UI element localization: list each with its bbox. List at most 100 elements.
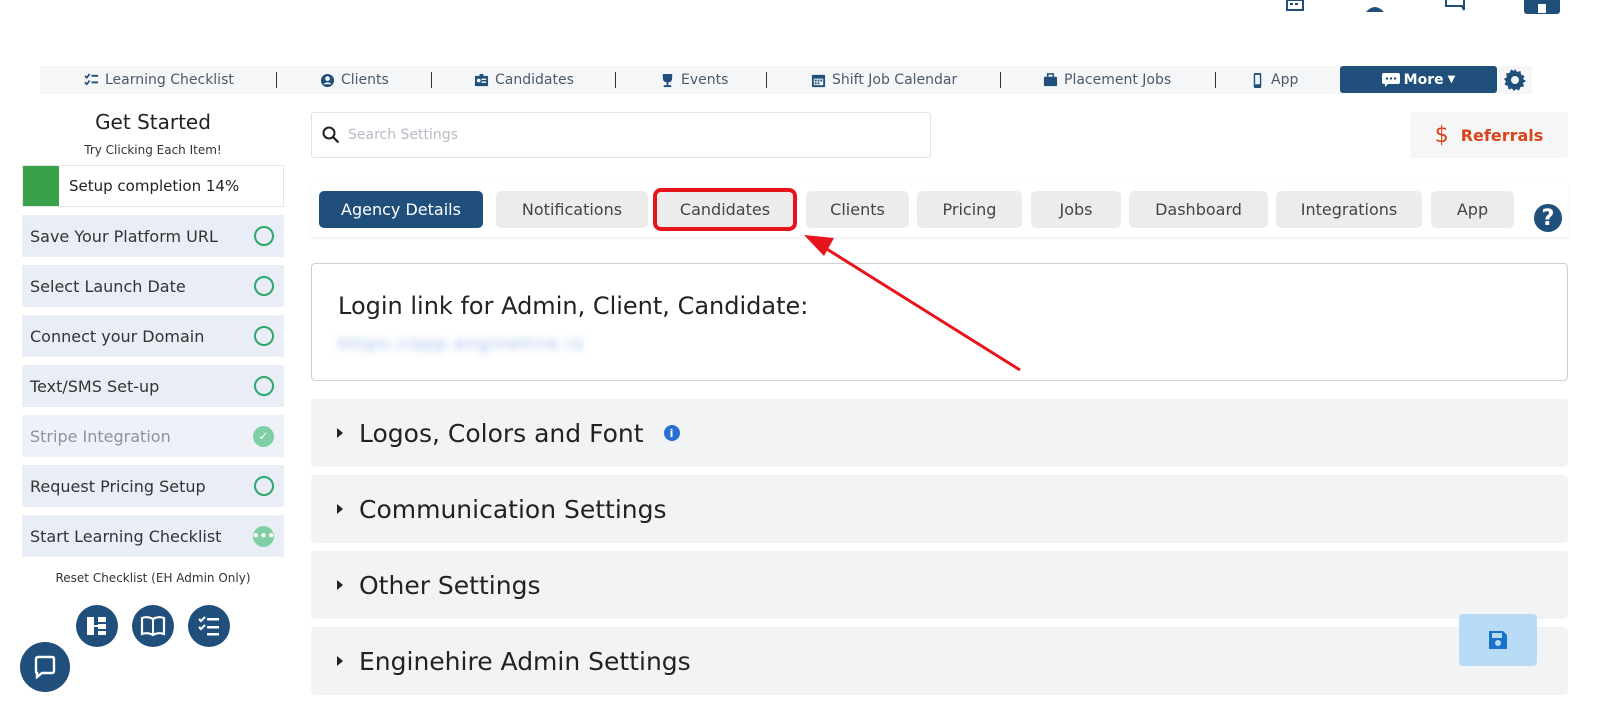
circle-icon <box>254 376 274 396</box>
section-other-settings[interactable]: Other Settings <box>311 551 1568 619</box>
sidebar-shortcuts <box>22 605 284 647</box>
nav-label: Candidates <box>495 72 574 88</box>
referrals-label: Referrals <box>1460 125 1544 145</box>
nav-placement-jobs[interactable]: Placement Jobs <box>1043 66 1171 94</box>
checklist-item-label: Stripe Integration <box>30 426 171 446</box>
chat-icon <box>34 655 56 679</box>
nav-divider <box>431 72 432 88</box>
search-settings <box>311 112 931 158</box>
nav-label: Learning Checklist <box>105 72 234 88</box>
circle-icon <box>254 276 274 296</box>
nav-shift-job-calendar[interactable]: Shift Job Calendar <box>811 66 957 94</box>
nav-label: Events <box>681 72 729 88</box>
checklist-item-label: Connect your Domain <box>30 326 205 346</box>
caret-right-icon <box>337 428 343 438</box>
nav-label: Clients <box>341 72 389 88</box>
checklist-item-label: Text/SMS Set-up <box>30 376 160 396</box>
tab-integrations[interactable]: Integrations <box>1276 191 1422 228</box>
circle-icon <box>254 226 274 246</box>
header-icons <box>1284 0 1560 14</box>
user-icon[interactable] <box>1364 0 1386 12</box>
login-link-title: Login link for Admin, Client, Candidate: <box>338 292 809 320</box>
section-communication-settings[interactable]: Communication Settings <box>311 475 1568 543</box>
nav-clients[interactable]: Clients <box>320 66 389 94</box>
nav-label: App <box>1271 72 1299 88</box>
tab-pricing[interactable]: Pricing <box>917 191 1022 228</box>
nav-events[interactable]: Events <box>660 66 728 94</box>
get-started-subtitle: Try Clicking Each Item! <box>84 143 222 157</box>
more-label: More <box>1403 71 1444 88</box>
checklist-icon <box>84 72 99 86</box>
checklist-item-label: Select Launch Date <box>30 276 186 296</box>
get-started-sidebar: Get Started Try Clicking Each Item! Setu… <box>22 108 284 647</box>
tab-agency-details[interactable]: Agency Details <box>319 191 483 228</box>
checklist-item-label: Request Pricing Setup <box>30 476 206 496</box>
briefcase-icon <box>1043 72 1058 86</box>
nav-candidates[interactable]: Candidates <box>474 66 574 94</box>
mobile-icon <box>1253 72 1262 88</box>
section-title: Communication Settings <box>359 494 667 524</box>
floppy-disk-icon <box>1489 631 1507 649</box>
tab-notifications[interactable]: Notifications <box>496 191 648 228</box>
tab-dashboard[interactable]: Dashboard <box>1129 191 1268 228</box>
calendar-icon <box>811 74 826 87</box>
nav-app[interactable]: App <box>1250 66 1298 94</box>
checklist-item-learning[interactable]: Start Learning Checklist ••• <box>22 515 284 557</box>
tab-app[interactable]: App <box>1431 191 1514 228</box>
nav-label: Placement Jobs <box>1064 72 1172 88</box>
caret-right-icon <box>337 504 343 514</box>
checklist-item-sms-setup[interactable]: Text/SMS Set-up <box>22 365 284 407</box>
tab-jobs[interactable]: Jobs <box>1031 191 1121 228</box>
progress-label: Setup completion 14% <box>69 177 240 195</box>
reset-checklist-link[interactable]: Reset Checklist (EH Admin Only) <box>22 571 284 585</box>
section-title: Other Settings <box>359 570 541 600</box>
save-button[interactable] <box>1459 614 1537 666</box>
comment-icon <box>1381 72 1400 87</box>
section-enginehire-admin-settings[interactable]: Enginehire Admin Settings <box>311 627 1568 695</box>
home-icon[interactable] <box>1524 0 1560 14</box>
checklist-item-launch-date[interactable]: Select Launch Date <box>22 265 284 307</box>
nav-divider <box>1215 72 1216 88</box>
tasks-icon[interactable] <box>188 605 230 647</box>
dollar-icon: $ <box>1434 122 1449 148</box>
search-icon <box>322 126 340 144</box>
checklist-item-platform-url[interactable]: Save Your Platform URL <box>22 215 284 257</box>
checklist-item-connect-domain[interactable]: Connect your Domain <box>22 315 284 357</box>
tab-clients[interactable]: Clients <box>806 191 909 228</box>
check-circle-icon: ✓ <box>253 425 274 447</box>
progress-bar-fill <box>23 166 59 206</box>
nav-learning-checklist[interactable]: Learning Checklist <box>84 66 234 94</box>
sitemap-icon[interactable] <box>76 605 118 647</box>
tab-candidates[interactable]: Candidates <box>653 188 797 231</box>
checklist-item-label: Start Learning Checklist <box>30 526 222 546</box>
checklist-item-pricing-setup[interactable]: Request Pricing Setup <box>22 465 284 507</box>
help-icon[interactable]: ? <box>1532 202 1564 234</box>
calendar-icon[interactable] <box>1284 0 1306 12</box>
section-title: Enginehire Admin Settings <box>359 646 691 676</box>
top-nav: Learning Checklist Clients Candidates Ev… <box>40 66 1532 94</box>
more-button[interactable]: More ▼ <box>1340 66 1497 93</box>
checklist-item-stripe[interactable]: Stripe Integration ✓ <box>22 415 284 457</box>
nav-divider <box>276 72 277 88</box>
referrals-button[interactable]: $ Referrals <box>1410 112 1568 158</box>
section-logos-colors-font[interactable]: Logos, Colors and Font i <box>311 399 1568 467</box>
circle-icon <box>254 326 274 346</box>
settings-tabs: Agency Details Notifications Candidates … <box>311 183 1568 237</box>
search-input[interactable] <box>348 127 888 143</box>
book-icon[interactable] <box>132 605 174 647</box>
id-card-icon <box>474 73 489 86</box>
caret-down-icon: ▼ <box>1447 74 1456 85</box>
info-icon[interactable]: i <box>663 425 680 441</box>
trophy-icon <box>662 73 673 87</box>
setup-progress: Setup completion 14% <box>22 165 284 207</box>
nav-divider <box>615 72 616 88</box>
gear-icon[interactable] <box>1503 68 1527 92</box>
messages-icon[interactable] <box>1444 0 1466 12</box>
login-link-url[interactable]: https://app.enginehire.io <box>338 334 1567 353</box>
caret-right-icon <box>337 656 343 666</box>
ellipsis-circle-icon: ••• <box>252 525 275 547</box>
nav-label: Shift Job Calendar <box>832 72 958 88</box>
chat-widget-button[interactable] <box>20 642 70 692</box>
caret-right-icon <box>337 580 343 590</box>
section-title: Logos, Colors and Font <box>359 418 644 448</box>
